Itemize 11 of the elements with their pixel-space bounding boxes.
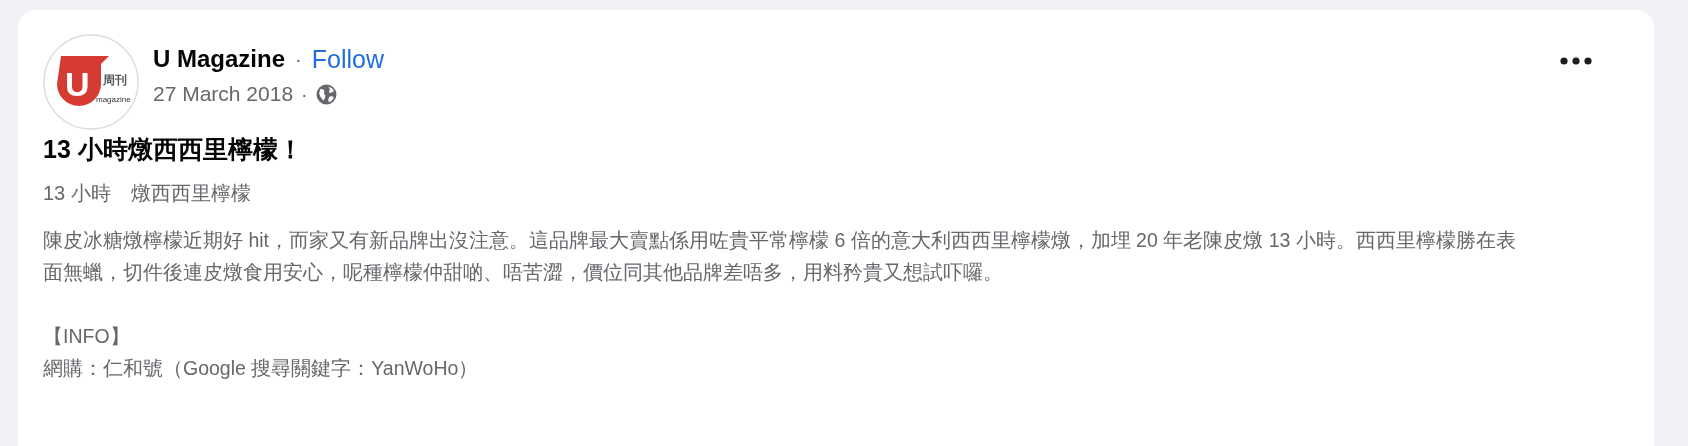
separator-dot: · — [301, 82, 308, 106]
post-date[interactable]: 27 March 2018 — [153, 82, 294, 106]
page-name[interactable]: U Magazine — [153, 45, 286, 73]
post-title: 13 小時燉西西里檸檬！ — [43, 134, 304, 165]
post-body: 陳皮冰糖燉檸檬近期好 hit，而家又有新品牌出沒注意。這品牌最大賣點係用咗貴平常檸檬 6 倍的意大利西西里檸檬燉，加埋 20 年老陳皮燉 13 小時。西西里檸檬勝在表面無蠟，切件後連皮燉食用安心，呢種檸檬仲甜啲、唔苦澀，價位同其他品牌差唔多，用料矜貴又想試吓囉。 — [43, 228, 1517, 285]
info-heading: 【INFO】 — [43, 324, 131, 349]
follow-link[interactable]: Follow — [311, 44, 384, 74]
info-line: 網購：仁和號（Google 搜尋關鍵字：YanWoHo） — [43, 356, 480, 381]
separator-dot: · — [295, 47, 302, 71]
post-subtitle: 13 小時 燉西西里檸檬 — [43, 181, 252, 206]
globe-icon — [315, 83, 337, 105]
